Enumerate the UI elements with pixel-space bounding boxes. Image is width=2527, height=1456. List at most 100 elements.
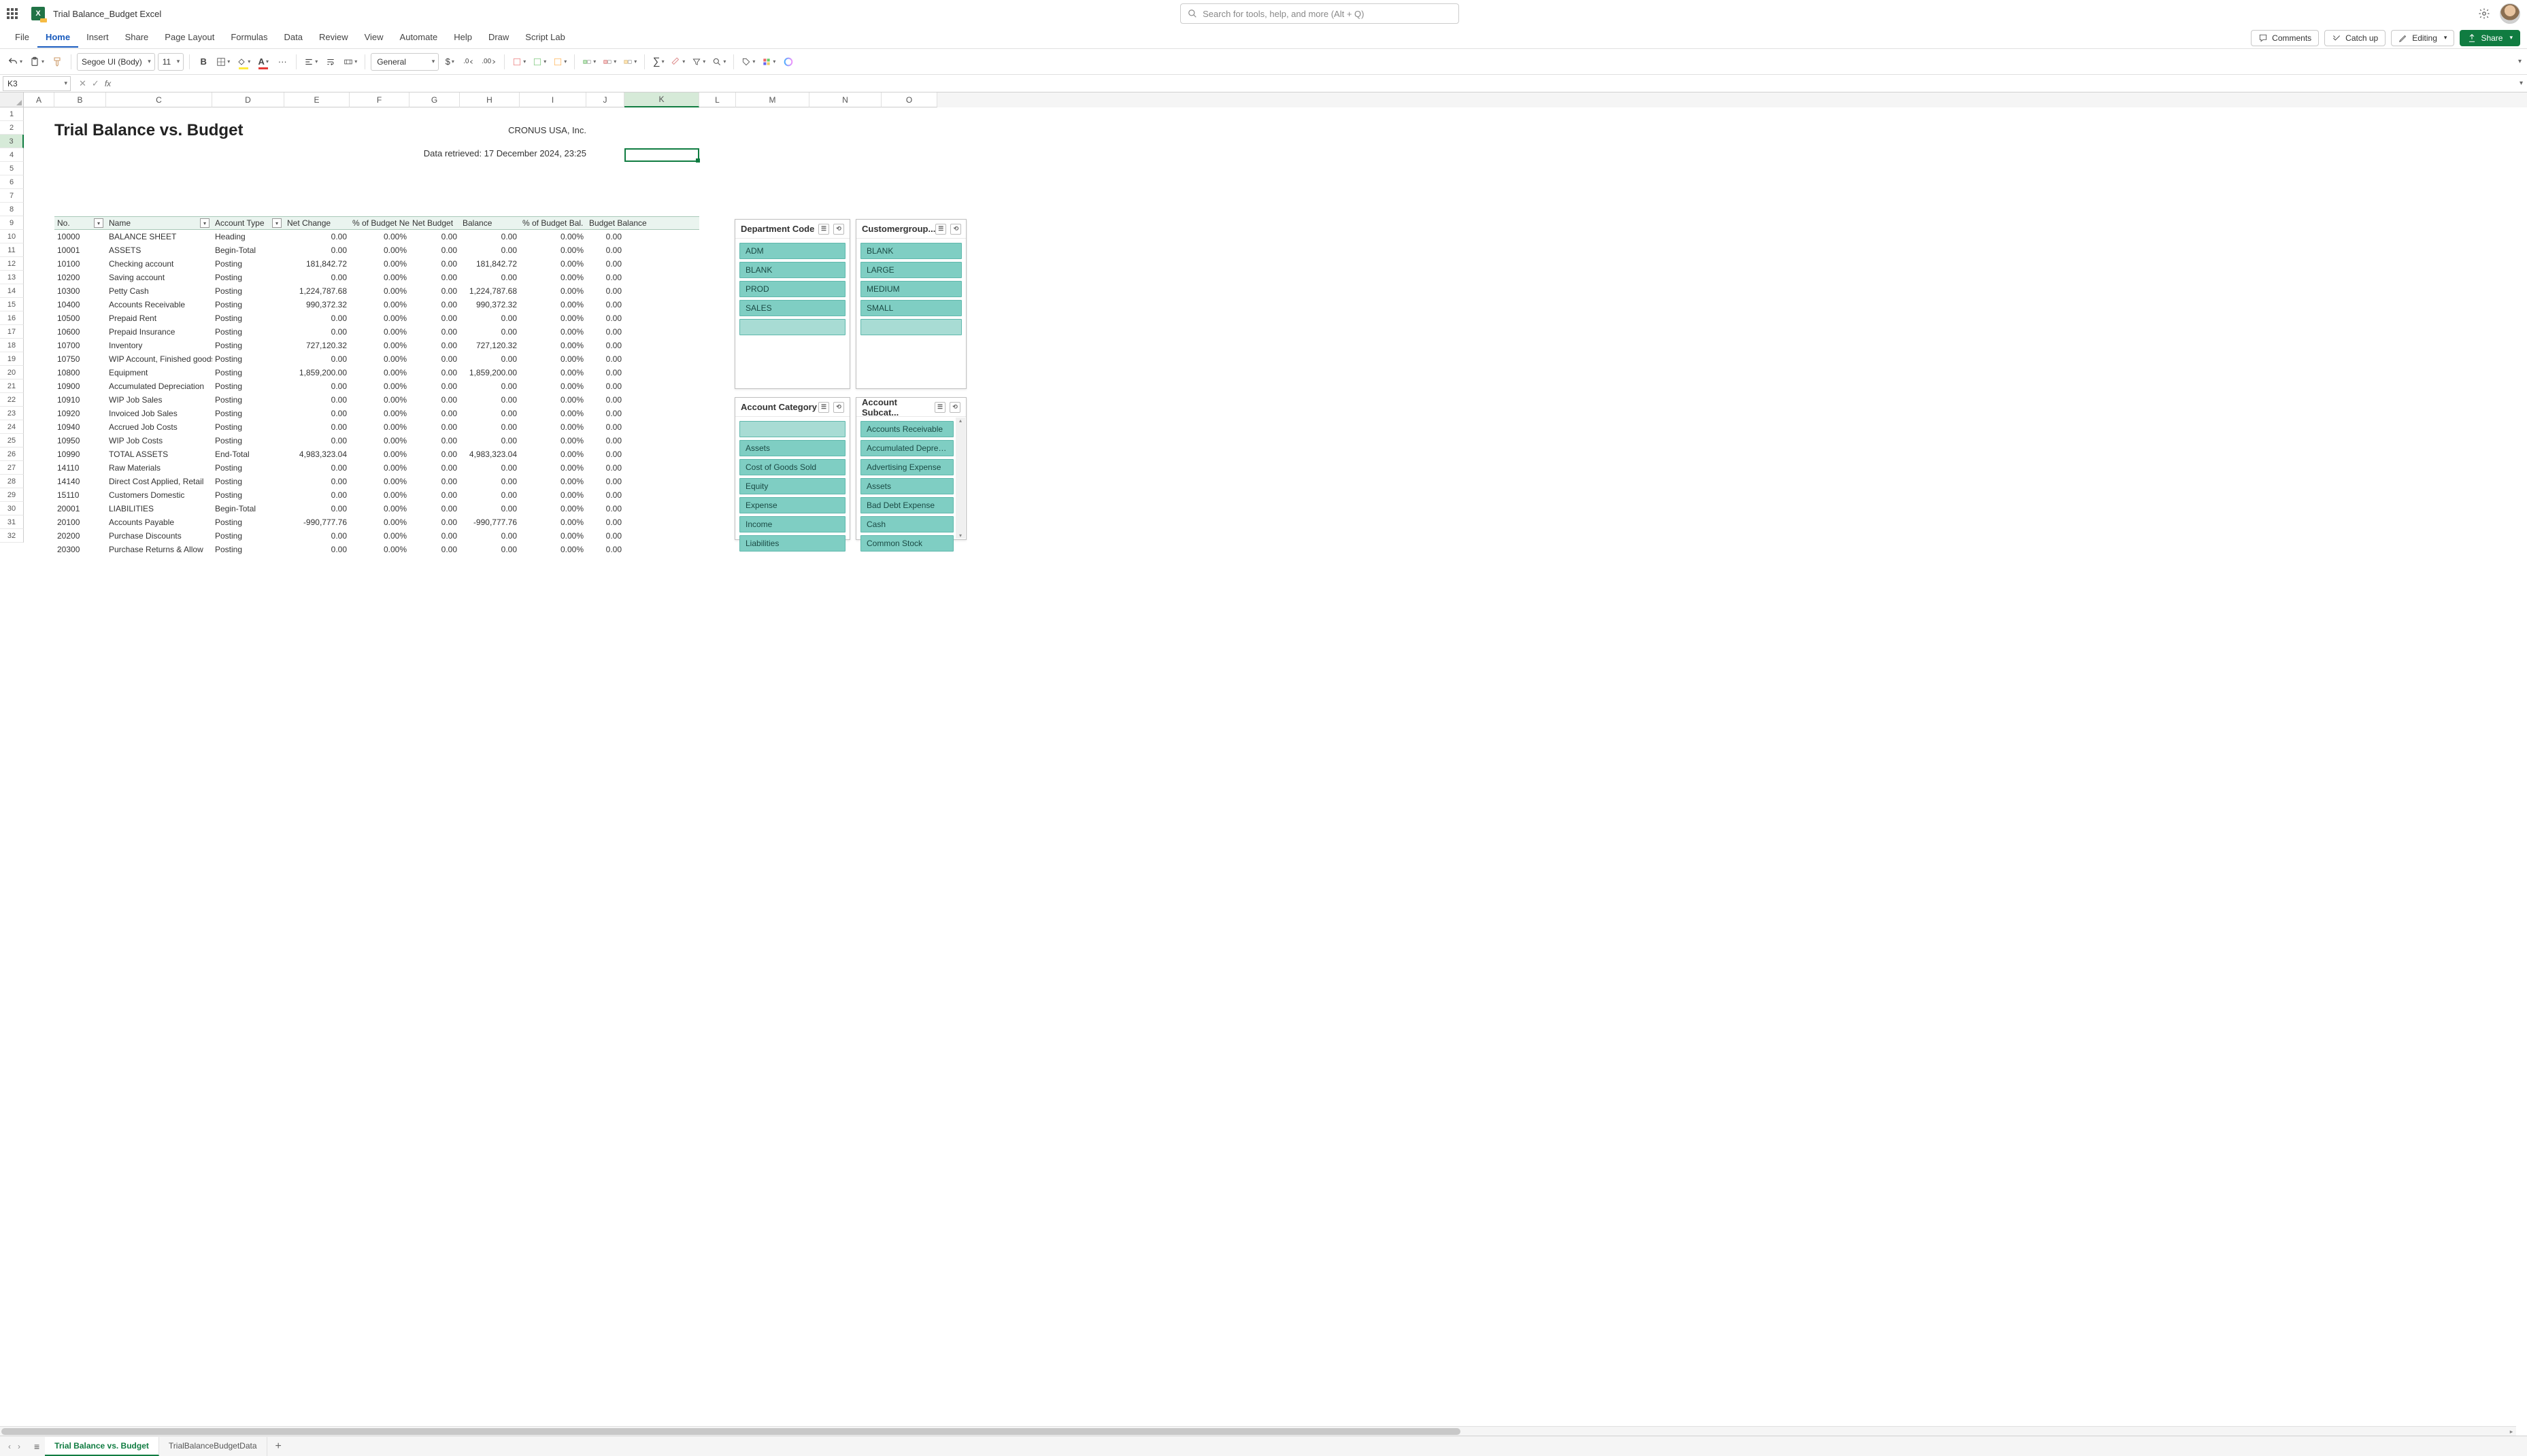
slicer-department-code[interactable]: Department Code ☰⟲ ADMBLANKPRODSALES xyxy=(735,219,850,389)
bold-button[interactable]: B xyxy=(195,53,212,71)
editing-mode-button[interactable]: Editing xyxy=(2391,30,2454,46)
table-cell[interactable]: 0.00% xyxy=(350,434,409,447)
copilot-button[interactable] xyxy=(780,53,797,71)
insert-button[interactable]: ▾ xyxy=(580,53,598,71)
table-cell[interactable]: 0.00 xyxy=(409,257,460,271)
row-header-16[interactable]: 16 xyxy=(0,311,24,325)
table-cell[interactable]: 0.00 xyxy=(460,393,520,407)
table-cell[interactable]: 0.00% xyxy=(520,243,586,257)
table-cell[interactable]: Posting xyxy=(212,515,284,529)
table-cell[interactable]: TOTAL ASSETS xyxy=(106,447,212,461)
table-cell[interactable]: 0.00% xyxy=(350,379,409,393)
slicer-item[interactable]: BLANK xyxy=(739,262,846,278)
font-color-button[interactable]: A▾ xyxy=(255,53,271,71)
row-header-2[interactable]: 2 xyxy=(0,121,24,135)
table-row[interactable]: 10800 EquipmentPosting1,859,200.000.00%0… xyxy=(54,366,624,379)
slicer-item[interactable]: Cash xyxy=(860,516,954,532)
row-headers[interactable]: 1234567891011121314151617181920212223242… xyxy=(0,107,24,1436)
table-cell[interactable]: 0.00 xyxy=(409,366,460,379)
table-cell[interactable]: 0.00 xyxy=(409,420,460,434)
table-cell[interactable]: ASSETS xyxy=(106,243,212,257)
ribbon-tab-draw[interactable]: Draw xyxy=(480,28,517,48)
fill-color-button[interactable]: ▾ xyxy=(235,53,252,71)
table-cell[interactable]: 0.00 xyxy=(586,488,624,502)
table-cell[interactable]: 0.00 xyxy=(409,502,460,515)
column-header-G[interactable]: G xyxy=(409,92,460,107)
table-cell[interactable]: Posting xyxy=(212,257,284,271)
table-cell[interactable]: 0.00% xyxy=(350,339,409,352)
ribbon-tab-page-layout[interactable]: Page Layout xyxy=(156,28,222,48)
table-row[interactable]: 20200 Purchase DiscountsPosting0.000.00%… xyxy=(54,529,624,543)
table-cell[interactable]: 0.00 xyxy=(460,461,520,475)
table-cell[interactable]: 20100 xyxy=(54,515,106,529)
row-header-18[interactable]: 18 xyxy=(0,339,24,352)
table-cell[interactable]: 0.00 xyxy=(586,461,624,475)
table-cell[interactable]: 0.00% xyxy=(520,284,586,298)
table-cell[interactable]: Posting xyxy=(212,461,284,475)
table-cell[interactable]: 10300 xyxy=(54,284,106,298)
table-cell[interactable]: 0.00% xyxy=(520,257,586,271)
table-cell[interactable]: 1,224,787.68 xyxy=(284,284,350,298)
filter-button[interactable]: ▾ xyxy=(94,218,103,228)
table-cell[interactable]: 0.00% xyxy=(350,230,409,243)
ribbon-tab-view[interactable]: View xyxy=(356,28,392,48)
table-cell[interactable]: 0.00% xyxy=(350,543,409,556)
number-format-select[interactable]: General xyxy=(371,53,439,71)
table-row[interactable]: 20300 Purchase Returns & AllowPosting0.0… xyxy=(54,543,624,556)
table-cell[interactable]: 1,859,200.00 xyxy=(460,366,520,379)
slicer-item[interactable]: Assets xyxy=(739,440,846,456)
slicer-customer-group[interactable]: Customergroup... ☰⟲ BLANKLARGEMEDIUMSMAL… xyxy=(856,219,967,389)
table-cell[interactable]: 0.00 xyxy=(460,475,520,488)
ribbon-tab-automate[interactable]: Automate xyxy=(392,28,446,48)
table-cell[interactable]: LIABILITIES xyxy=(106,502,212,515)
column-header-L[interactable]: L xyxy=(699,92,736,107)
slicer-item[interactable]: BLANK xyxy=(860,243,962,259)
table-cell[interactable]: 0.00 xyxy=(284,407,350,420)
share-button[interactable]: Share xyxy=(2460,30,2520,46)
table-cell[interactable]: 0.00 xyxy=(586,366,624,379)
font-select[interactable]: Segoe UI (Body) xyxy=(77,53,155,71)
table-cell[interactable]: 0.00 xyxy=(586,352,624,366)
table-cell[interactable]: 0.00 xyxy=(586,271,624,284)
format-cells-button[interactable]: ▾ xyxy=(551,53,569,71)
column-header-C[interactable]: C xyxy=(106,92,212,107)
sheet-tab[interactable]: TrialBalanceBudgetData xyxy=(159,1437,267,1456)
table-cell[interactable]: 0.00 xyxy=(460,379,520,393)
sort-filter-button[interactable]: ▾ xyxy=(690,53,707,71)
find-button[interactable]: ▾ xyxy=(710,53,728,71)
table-cell[interactable]: 0.00% xyxy=(350,352,409,366)
table-header-cell[interactable]: % of Budget Net xyxy=(350,216,409,230)
row-header-19[interactable]: 19 xyxy=(0,352,24,366)
table-cell[interactable]: Posting xyxy=(212,543,284,556)
table-row[interactable]: 14140 Direct Cost Applied, RetailPosting… xyxy=(54,475,624,488)
slicer-item[interactable]: MEDIUM xyxy=(860,281,962,297)
sheet-prev-button[interactable]: ‹ xyxy=(8,1442,11,1451)
document-title[interactable]: Trial Balance_Budget Excel xyxy=(53,9,161,19)
add-sheet-button[interactable]: + xyxy=(267,1440,290,1453)
table-cell[interactable]: 0.00 xyxy=(409,379,460,393)
table-header-cell[interactable]: Net Budget xyxy=(409,216,460,230)
table-cell[interactable]: 181,842.72 xyxy=(284,257,350,271)
table-cell[interactable]: 0.00% xyxy=(520,311,586,325)
table-row[interactable]: 15110 Customers DomesticPosting0.000.00%… xyxy=(54,488,624,502)
sheet-tab[interactable]: Trial Balance vs. Budget xyxy=(45,1437,159,1456)
table-cell[interactable]: 0.00% xyxy=(520,515,586,529)
table-cell[interactable]: 0.00 xyxy=(460,434,520,447)
slicer-item[interactable]: PROD xyxy=(739,281,846,297)
table-row[interactable]: 10500 Prepaid RentPosting0.000.00%0.000.… xyxy=(54,311,624,325)
table-cell[interactable]: 0.00% xyxy=(520,407,586,420)
table-cell[interactable]: End-Total xyxy=(212,447,284,461)
table-cell[interactable]: 990,372.32 xyxy=(284,298,350,311)
table-cell[interactable]: 0.00% xyxy=(520,475,586,488)
table-cell[interactable]: 727,120.32 xyxy=(284,339,350,352)
table-cell[interactable]: 10001 xyxy=(54,243,106,257)
table-cell[interactable]: 0.00 xyxy=(586,515,624,529)
table-cell[interactable]: Purchase Returns & Allow xyxy=(106,543,212,556)
slicer-clear-icon[interactable]: ⟲ xyxy=(950,402,960,413)
table-cell[interactable]: 10920 xyxy=(54,407,106,420)
table-cell[interactable]: 0.00% xyxy=(350,243,409,257)
ribbon-tab-data[interactable]: Data xyxy=(276,28,311,48)
table-cell[interactable]: 0.00 xyxy=(586,475,624,488)
catch-up-button[interactable]: Catch up xyxy=(2324,30,2386,46)
table-cell[interactable]: 0.00% xyxy=(350,325,409,339)
